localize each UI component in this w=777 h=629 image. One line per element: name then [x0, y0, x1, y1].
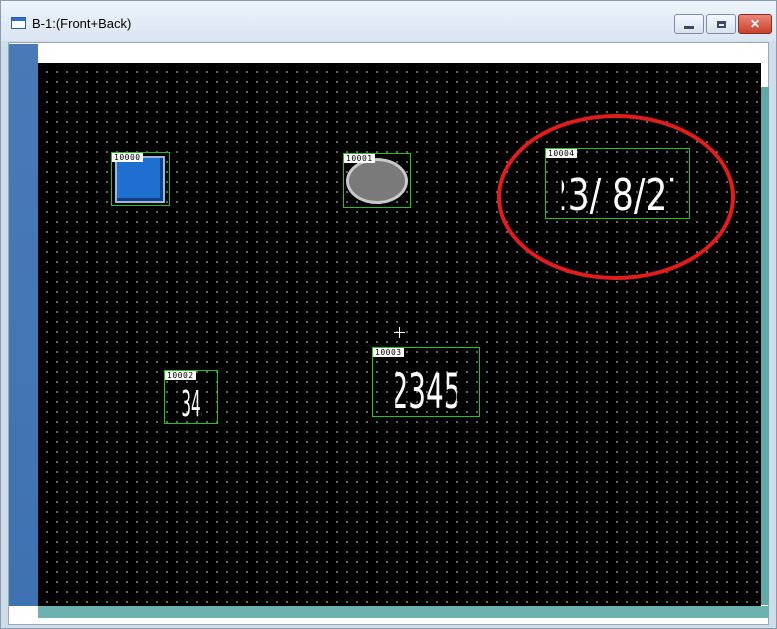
lamp-object[interactable]: 10001 — [343, 153, 411, 208]
left-margin-strip — [9, 44, 38, 606]
bottom-margin-strip — [38, 606, 769, 618]
object-id-label: 10001 — [344, 154, 375, 163]
minimize-icon — [684, 25, 694, 29]
numeric-display-large[interactable]: 123456 10003 — [372, 347, 480, 417]
right-margin-strip — [761, 87, 769, 605]
title-bar[interactable]: B-1:(Front+Back) ✕ — [1, 1, 776, 41]
window-title: B-1:(Front+Back) — [32, 16, 132, 31]
crosshair-cursor-icon — [394, 327, 405, 338]
numeric-display-small[interactable]: 123456 10002 — [164, 370, 218, 424]
maximize-icon — [716, 20, 726, 28]
maximize-button[interactable] — [706, 14, 736, 34]
window-icon — [11, 17, 26, 29]
minimize-button[interactable] — [674, 14, 704, 34]
lamp-shape — [346, 158, 408, 204]
switch-object[interactable]: 10000 — [111, 152, 170, 206]
object-id-label: 10003 — [373, 348, 404, 357]
switch-button-shape — [115, 156, 165, 203]
close-button[interactable]: ✕ — [738, 14, 772, 34]
object-id-label: 10000 — [112, 153, 143, 162]
object-id-label: 10002 — [165, 371, 196, 380]
numeric-display-value: 123456 — [395, 364, 456, 418]
highlight-annotation-ellipse — [497, 114, 735, 280]
editor-window: B-1:(Front+Back) ✕ 10000 10001 23/ 8/27 … — [0, 0, 777, 629]
close-icon: ✕ — [749, 17, 761, 31]
